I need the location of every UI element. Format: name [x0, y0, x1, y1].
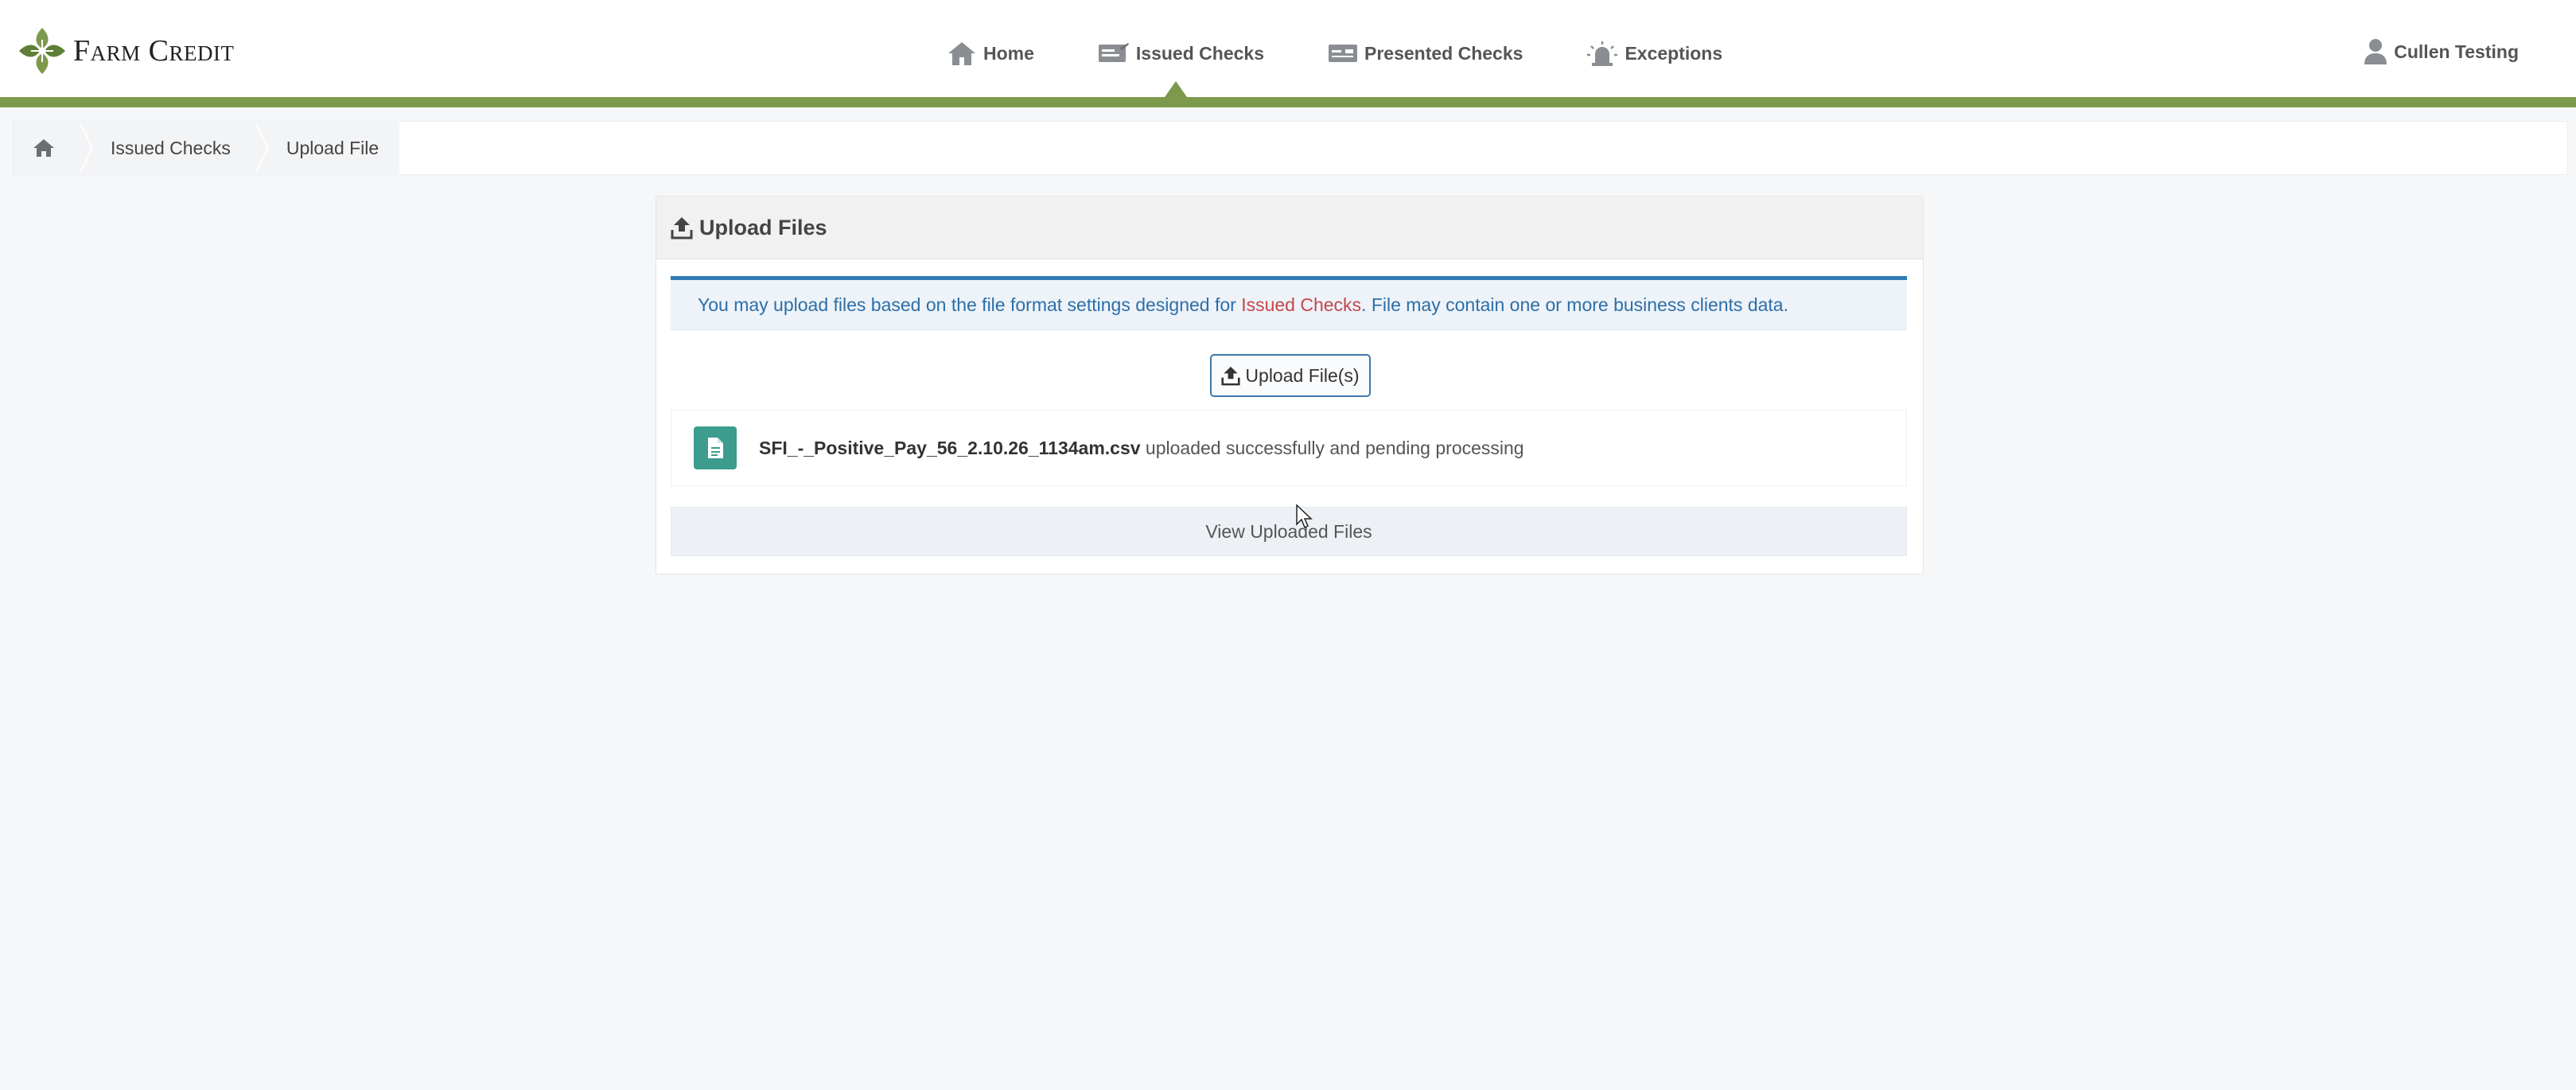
breadcrumb-upload-file: Upload File — [254, 122, 400, 174]
view-uploaded-files-button[interactable]: View Uploaded Files — [671, 507, 1907, 556]
nav-item-issued-checks-label: Issued Checks — [1135, 42, 1264, 64]
file-name: SFI_-_Positive_Pay_56_2.10.26_1134am.csv — [759, 437, 1141, 458]
home-icon — [33, 139, 54, 157]
active-nav-indicator — [1165, 81, 1187, 97]
upload-icon — [1221, 366, 1240, 386]
nav-item-exceptions[interactable]: Exceptions — [1586, 40, 1722, 67]
nav-item-presented-checks[interactable]: Presented Checks — [1328, 42, 1523, 64]
breadcrumb-issued-checks[interactable]: Issued Checks — [79, 122, 269, 174]
nav-item-presented-checks-label: Presented Checks — [1364, 42, 1523, 64]
issued-checks-link[interactable]: Issued Checks — [1241, 294, 1361, 316]
nav-item-issued-checks[interactable]: Issued Checks — [1098, 41, 1264, 65]
presented-checks-icon — [1329, 45, 1357, 62]
header-accent-line — [0, 97, 2576, 107]
nav-item-exceptions-label: Exceptions — [1625, 42, 1723, 64]
exceptions-alarm-icon — [1587, 41, 1618, 66]
nav-item-home[interactable]: Home — [947, 40, 1034, 67]
file-document-icon — [694, 426, 737, 469]
user-menu[interactable]: Cullen Testing — [2364, 38, 2519, 65]
top-navigation-bar: Farm Credit Home Issued Checks Presented… — [0, 0, 2576, 97]
upload-files-panel: Upload Files You may upload files based … — [656, 196, 1924, 574]
info-text-prefix: You may upload files based on the file f… — [698, 294, 1242, 315]
info-alert: You may upload files based on the file f… — [671, 276, 1907, 330]
panel-header: Upload Files — [656, 197, 1923, 259]
home-icon — [948, 42, 975, 65]
issued-checks-icon — [1098, 43, 1129, 62]
breadcrumb: Issued Checks Upload File — [13, 121, 2568, 175]
farm-credit-leaf-logo — [19, 28, 65, 74]
breadcrumb-home[interactable] — [14, 122, 93, 174]
user-icon — [2364, 39, 2387, 64]
nav-item-home-label: Home — [983, 42, 1034, 64]
user-name: Cullen Testing — [2394, 41, 2519, 62]
uploaded-file-row: SFI_-_Positive_Pay_56_2.10.26_1134am.csv… — [671, 410, 1907, 486]
main-nav: Home Issued Checks Presented Checks Exce… — [947, 33, 1786, 73]
panel-title: Upload Files — [699, 215, 827, 239]
info-text-suffix: . File may contain one or more business … — [1361, 294, 1788, 315]
upload-files-button[interactable]: Upload File(s) — [1210, 354, 1371, 397]
brand-name: Farm Credit — [73, 34, 235, 68]
file-status-text: SFI_-_Positive_Pay_56_2.10.26_1134am.csv… — [759, 438, 1524, 459]
upload-icon — [671, 217, 693, 239]
brand[interactable]: Farm Credit — [18, 25, 234, 76]
mouse-cursor-icon — [1296, 504, 1313, 529]
file-status: uploaded successfully and pending proces… — [1140, 437, 1524, 458]
upload-files-button-label: Upload File(s) — [1245, 364, 1360, 386]
